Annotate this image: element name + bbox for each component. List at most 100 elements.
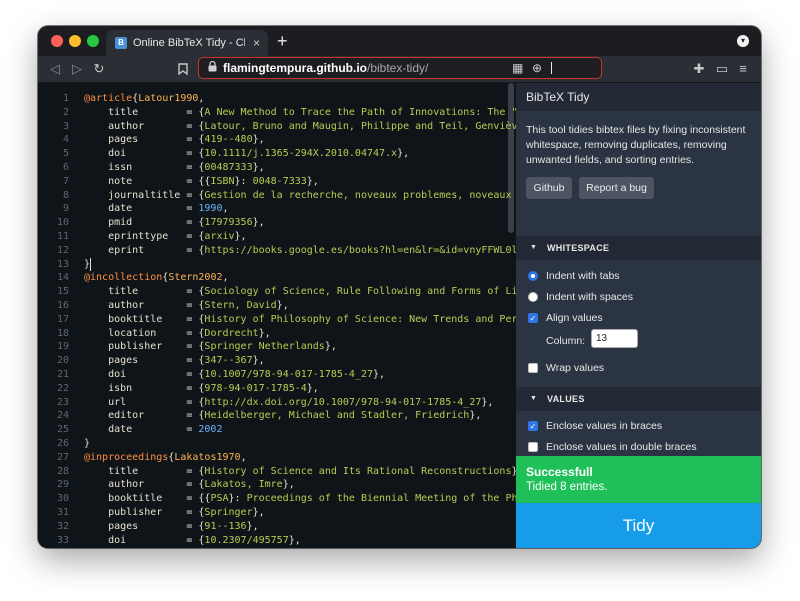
code-token: author = { (84, 120, 205, 132)
line-number: 30 (56, 493, 69, 505)
code-token: 10.2307/495757 (204, 534, 289, 546)
line-number: 18 (56, 327, 69, 339)
tab-close-icon[interactable]: × (253, 30, 260, 56)
code-token: Proceedings of the Biennial Meeting of t… (246, 493, 516, 505)
back-arrow-icon[interactable]: ◁ (48, 56, 62, 82)
code-token: , (198, 93, 205, 104)
line-number: 19 (56, 341, 69, 353)
code-token: 347--367 (204, 355, 253, 367)
code-token: }, (306, 175, 319, 187)
code-text: isbn = {978-94-017-1785-4}, (84, 382, 319, 396)
code-line: 24 editor = {Heidelberger, Michael and S… (38, 409, 516, 423)
github-button[interactable]: Github (526, 177, 572, 199)
report-bug-button[interactable]: Report a bug (579, 177, 654, 199)
code-token: eprint = { (84, 244, 205, 256)
code-token: }, (469, 410, 482, 422)
code-token: pmid = { (84, 217, 205, 229)
code-token: pages = { (84, 520, 205, 532)
code-token: A New Method to Trace the Path of Innova… (204, 106, 516, 118)
whitespace-section-header[interactable]: ▼ WHITESPACE (516, 236, 761, 260)
menu-icon[interactable]: ≡ (736, 56, 750, 82)
code-text: doi = {10.2307/495757}, (84, 534, 301, 548)
close-window-icon[interactable] (51, 35, 63, 47)
code-line: 26} (38, 437, 516, 451)
code-token: Gestion de la recherche, noveaux problem… (204, 189, 512, 201)
code-text: doi = {10.1111/j.1365-294X.2010.04747.x}… (84, 147, 409, 161)
zoom-icon[interactable]: ⊕ (532, 58, 542, 78)
code-line: 23 url = {http://dx.doi.org/10.1007/978-… (38, 396, 516, 410)
indent-spaces-radio[interactable] (528, 292, 538, 302)
code-line: 9 date = 1990, (38, 202, 516, 216)
align-values-checkbox[interactable]: ✓ (528, 313, 538, 323)
code-line: 17 booktitle = {History of Philosophy of… (38, 313, 516, 327)
code-token: issn = { (84, 162, 205, 173)
browser-tab[interactable]: B Online BibTeX Tidy - Clean up B × (106, 30, 268, 56)
line-number: 31 (56, 507, 69, 518)
tidy-label: Tidy (622, 516, 655, 535)
code-text: issn = {00487333}, (84, 161, 265, 175)
values-section-header[interactable]: ▼ VALUES (516, 387, 761, 411)
code-token: Stern2002 (168, 272, 223, 284)
code-token: ISBN (210, 175, 235, 187)
code-token: }, (373, 369, 386, 380)
line-number: 15 (56, 286, 69, 298)
line-number: 1 (62, 93, 69, 104)
code-token: author = { (84, 479, 205, 491)
tidy-button[interactable]: Tidy (516, 503, 761, 548)
code-token: pages = { (84, 134, 205, 146)
tool-description: This tool tidies bibtex files by fixing … (526, 124, 746, 166)
code-token: pages = { (84, 355, 205, 367)
code-token: 1990 (198, 203, 223, 215)
reload-icon[interactable]: ↻ (92, 56, 106, 82)
code-token: @article (84, 93, 133, 104)
wrap-values-checkbox[interactable] (528, 363, 538, 373)
qr-code-icon[interactable]: ▦ (512, 58, 523, 78)
wallet-icon[interactable]: ▭ (715, 56, 729, 82)
code-line: 27 @inproceedings{Lakatos1970, (38, 451, 516, 465)
code-text: url = {http://dx.doi.org/10.1007/978-94-… (84, 396, 493, 410)
enclose-double-braces-checkbox[interactable] (528, 442, 538, 452)
profile-icon[interactable]: ▾ (737, 35, 749, 47)
code-line: 13} (38, 257, 516, 272)
code-token: , (222, 203, 229, 215)
code-line: 25 date = 2002 (38, 423, 516, 437)
code-line: 12 eprint = {https://books.google.es/boo… (38, 244, 516, 258)
code-token: isbn = { (84, 382, 205, 394)
code-text: title = {History of Science and Its Rati… (84, 465, 516, 479)
code-token: }: (234, 175, 253, 187)
line-number: 26 (56, 438, 69, 449)
new-tab-icon[interactable]: + (277, 29, 288, 53)
code-token: }, (246, 520, 259, 532)
code-token: publisher = { (84, 341, 205, 353)
indent-tabs-radio[interactable] (528, 271, 538, 281)
code-token: Lakatos, Imre (204, 479, 283, 491)
code-text: @article{Latour1990, (84, 92, 204, 106)
extensions-icon[interactable]: ✚ (692, 56, 706, 82)
code-token: http://dx.doi.org/10.1007/978-94-017-178… (204, 396, 482, 408)
code-text: publisher = {Springer Netherlands}, (84, 340, 337, 354)
bibtex-editor[interactable]: 1 @article{Latour1990, 2 title = {A New Me… (38, 83, 516, 548)
code-token: Stern, David (204, 300, 277, 311)
forward-arrow-icon[interactable]: ▷ (70, 56, 84, 82)
column-input[interactable] (591, 329, 638, 348)
code-token: doi = { (84, 369, 205, 380)
code-token: }, (288, 534, 301, 546)
line-number: 22 (56, 382, 69, 394)
bookmark-icon[interactable] (176, 56, 190, 82)
maximize-window-icon[interactable] (87, 35, 99, 47)
options-sidebar: BibTeX Tidy This tool tidies bibtex file… (516, 83, 761, 548)
code-line: 4 pages = {419--480}, (38, 133, 516, 147)
code-token: eprinttype = { (84, 231, 205, 242)
code-token: 978-94-017-1785-4 (204, 382, 307, 394)
code-token: Sociology of Science, Rule Following and… (204, 286, 516, 298)
code-token: }, (306, 382, 319, 394)
line-number: 25 (56, 424, 69, 436)
address-bar[interactable]: flamingtempura.github.io/bibtex-tidy/ ▦ … (198, 57, 602, 79)
code-token: location = { (84, 327, 205, 339)
code-text: doi = {10.1007/978-94-017-1785-4_27}, (84, 368, 385, 382)
minimize-window-icon[interactable] (69, 35, 81, 47)
code-text: author = {Lakatos, Imre}, (84, 478, 295, 492)
enclose-braces-checkbox[interactable]: ✓ (528, 421, 538, 431)
editor-cursor (90, 257, 91, 271)
code-line: 14 @incollection{Stern2002, (38, 271, 516, 285)
